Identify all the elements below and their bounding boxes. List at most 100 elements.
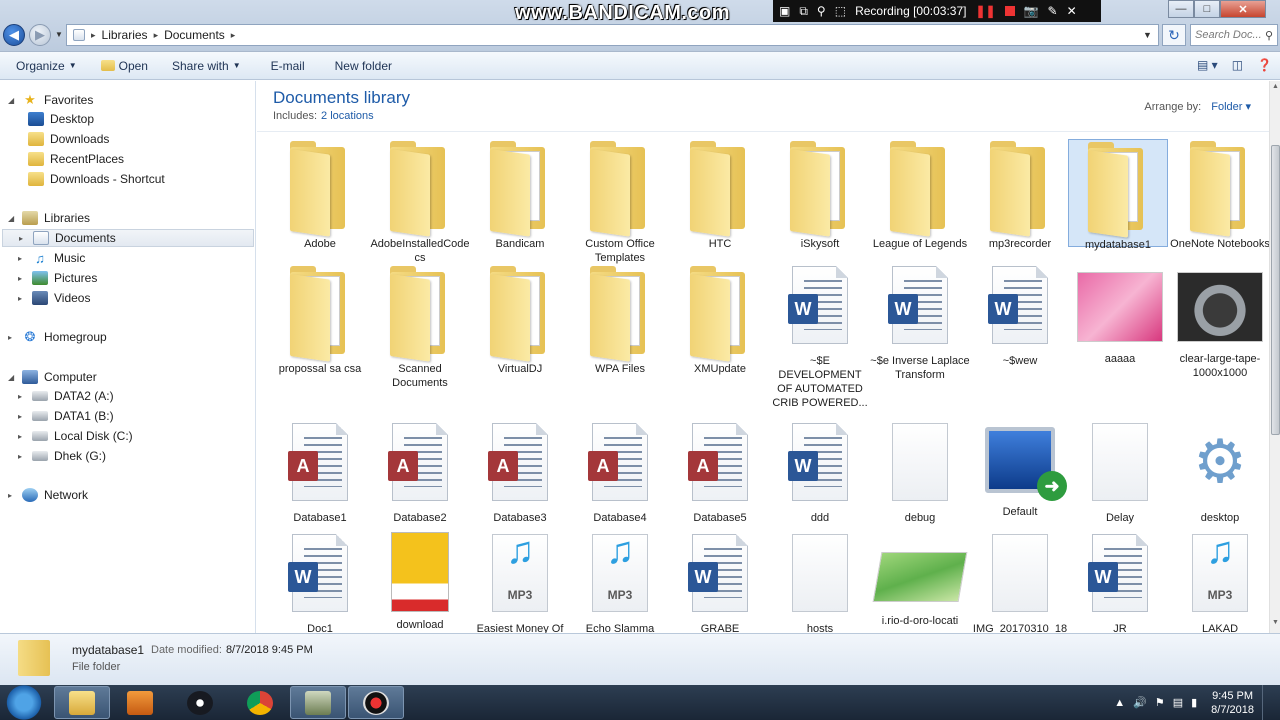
folder-item[interactable]: Scanned Documents (370, 264, 470, 390)
nav-pictures[interactable]: ▸ Pictures (18, 269, 97, 287)
bandicam-window-icon[interactable]: ▣ (779, 4, 790, 18)
address-history-dropdown[interactable]: ▼ (1143, 30, 1152, 40)
taskbar-steam[interactable] (172, 686, 228, 719)
file-item[interactable]: ♫ MP3 LAKAD (1170, 532, 1269, 633)
open-button[interactable]: Open (93, 52, 156, 79)
bandicam-close-icon[interactable]: ✕ (1067, 4, 1077, 18)
file-item[interactable]: A Database1 (270, 421, 370, 525)
file-item[interactable]: download (370, 532, 470, 632)
folder-item[interactable]: Adobe (270, 139, 370, 251)
nav-homegroup[interactable]: ▸ ❂ Homegroup (8, 328, 107, 346)
nav-documents[interactable]: ▸ Documents (2, 229, 254, 247)
nav-network[interactable]: ▸ Network (8, 486, 88, 504)
expand-icon[interactable]: ▸ (18, 412, 26, 421)
recent-pages-dropdown[interactable]: ▼ (55, 30, 63, 39)
taskbar-bandicam[interactable] (348, 686, 404, 719)
file-item[interactable]: clear-large-tape-1000x1000 (1170, 264, 1269, 380)
nav-computer[interactable]: ◢ Computer (8, 368, 97, 386)
expand-icon[interactable]: ▸ (18, 392, 26, 401)
file-item[interactable]: debug (870, 421, 970, 525)
expand-icon[interactable]: ◢ (8, 373, 16, 382)
scroll-up-icon[interactable]: ▲ (1271, 83, 1280, 95)
bandicam-multi-icon[interactable]: ⧉ (799, 4, 808, 19)
nav-desktop[interactable]: Desktop (28, 110, 94, 128)
file-item[interactable]: ♫ MP3 Easiest Money Of (470, 532, 570, 633)
network-tray-icon[interactable]: ▤ (1173, 696, 1183, 709)
stop-icon[interactable] (1004, 6, 1015, 16)
camera-icon[interactable]: 📷 (1024, 4, 1039, 18)
nav-downloads-shortcut[interactable]: Downloads - Shortcut (28, 170, 165, 188)
close-button[interactable]: ✕ (1220, 0, 1266, 18)
pencil-icon[interactable]: ✎ (1048, 4, 1058, 18)
folder-item[interactable]: Bandicam (470, 139, 570, 251)
expand-icon[interactable]: ▸ (18, 254, 26, 263)
email-button[interactable]: E-mail (263, 52, 313, 79)
expand-icon[interactable]: ▸ (18, 452, 26, 461)
search-input[interactable]: Search Doc... ⚲ (1190, 24, 1278, 46)
expand-icon[interactable]: ◢ (8, 214, 16, 223)
nav-music[interactable]: ▸ ♫ Music (18, 249, 85, 267)
change-view-icon[interactable]: ▤ ▾ (1197, 58, 1218, 72)
taskbar-explorer[interactable] (54, 686, 110, 719)
minimize-button[interactable]: — (1168, 0, 1194, 18)
folder-item[interactable]: AdobeInstalledCodecs (370, 139, 470, 265)
file-item[interactable]: A Database2 (370, 421, 470, 525)
file-item[interactable]: hosts (770, 532, 870, 633)
file-item[interactable]: A Database5 (670, 421, 770, 525)
breadcrumb-documents[interactable]: Documents (164, 28, 225, 42)
nav-libraries[interactable]: ◢ Libraries (8, 209, 90, 227)
back-button[interactable]: ◀ (3, 24, 25, 46)
expand-icon[interactable]: ▸ (8, 333, 16, 342)
new-folder-button[interactable]: New folder (327, 52, 400, 79)
file-item[interactable]: A Database4 (570, 421, 670, 525)
show-desktop-button[interactable] (1262, 685, 1272, 720)
file-item[interactable]: W JR (1070, 532, 1170, 633)
nav-drive-a[interactable]: ▸ DATA2 (A:) (18, 387, 114, 405)
folder-item[interactable]: XMUpdate (670, 264, 770, 376)
nav-favorites[interactable]: ◢ ★ Favorites (8, 91, 93, 109)
folder-item[interactable]: mp3recorder (970, 139, 1070, 251)
file-item[interactable]: W Doc1 (270, 532, 370, 633)
nav-drive-b[interactable]: ▸ DATA1 (B:) (18, 407, 114, 425)
breadcrumb-libraries[interactable]: Libraries (102, 28, 148, 42)
file-item[interactable]: Delay (1070, 421, 1170, 525)
file-item[interactable]: ♫ MP3 Echo Slamma (570, 532, 670, 633)
nav-drive-c[interactable]: ▸ Local Disk (C:) (18, 427, 133, 445)
expand-icon[interactable]: ▸ (18, 274, 26, 283)
bandicam-search-icon[interactable]: ⚲ (817, 4, 826, 18)
volume-icon[interactable]: 🔊 (1133, 696, 1147, 709)
folder-item[interactable]: OneNote Notebooks (1170, 139, 1269, 251)
folder-item[interactable]: Custom Office Templates (570, 139, 670, 265)
folder-item[interactable]: League of Legends (870, 139, 970, 251)
file-item[interactable]: aaaaa (1070, 264, 1170, 366)
folder-item[interactable]: WPA Files (570, 264, 670, 376)
maximize-button[interactable]: □ (1194, 0, 1220, 18)
folder-item[interactable]: HTC (670, 139, 770, 251)
locations-link[interactable]: 2 locations (321, 110, 374, 122)
folder-item[interactable]: propossal sa csa (270, 264, 370, 376)
battery-icon[interactable]: ▮ (1191, 696, 1197, 709)
folder-item-selected[interactable]: mydatabase1 (1068, 139, 1168, 251)
bandicam-region-icon[interactable]: ⬚ (835, 4, 846, 18)
refresh-button[interactable]: ↻ (1162, 24, 1186, 46)
nav-recentplaces[interactable]: RecentPlaces (28, 150, 124, 168)
taskbar-game[interactable] (290, 686, 346, 719)
start-button[interactable] (2, 685, 46, 720)
taskbar-media-player[interactable] (112, 686, 168, 719)
file-item[interactable]: ➜ Default (970, 421, 1070, 519)
organize-button[interactable]: Organize ▼ (0, 52, 85, 79)
pause-icon[interactable]: ❚❚ (975, 4, 995, 18)
nav-drive-g[interactable]: ▸ Dhek (G:) (18, 447, 106, 465)
folder-item[interactable]: iSkysoft (770, 139, 870, 251)
nav-downloads[interactable]: Downloads (28, 130, 109, 148)
file-item[interactable]: W ~$E DEVELOPMENT OF AUTOMATED CRIB POWE… (770, 264, 870, 410)
file-item[interactable]: W ~$e Inverse Laplace Transform (870, 264, 970, 382)
folder-item[interactable]: VirtualDJ (470, 264, 570, 376)
scrollbar-thumb[interactable] (1271, 145, 1280, 435)
expand-icon[interactable]: ▸ (18, 294, 26, 303)
action-center-icon[interactable]: ⚑ (1155, 696, 1165, 709)
file-item[interactable]: i.rio-d-oro-locati (870, 532, 970, 628)
file-item[interactable]: W ~$wew (970, 264, 1070, 368)
clock[interactable]: 9:45 PM 8/7/2018 (1211, 689, 1254, 717)
help-icon[interactable]: ❓ (1257, 58, 1272, 72)
